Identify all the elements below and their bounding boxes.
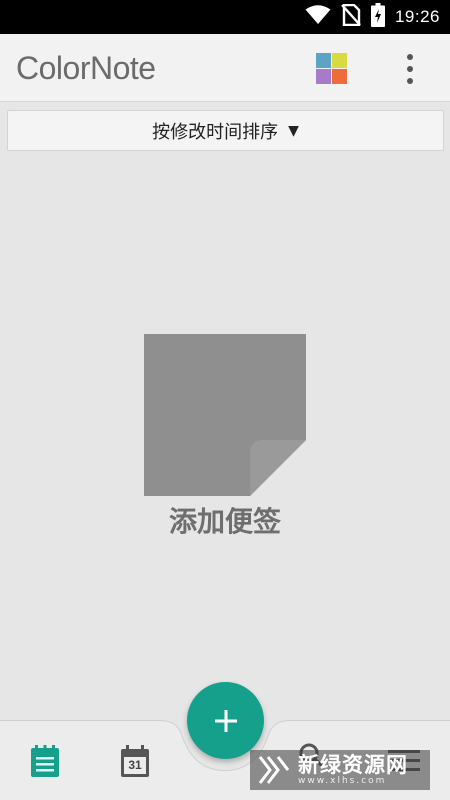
add-note-label[interactable]: 添加便签 xyxy=(0,500,450,540)
status-bar: 19:26 xyxy=(0,0,450,34)
app-logo: ColorNote xyxy=(16,50,156,86)
sort-dropdown[interactable]: 按修改时间排序 ▼ xyxy=(7,110,444,151)
watermark-logo-icon xyxy=(258,756,290,784)
note-icon[interactable] xyxy=(144,334,306,496)
palette-swatch xyxy=(332,69,347,84)
notes-list-icon[interactable] xyxy=(28,744,62,778)
more-dot xyxy=(407,66,413,72)
watermark-title: 新绿资源网 xyxy=(298,753,408,777)
sort-label: 按修改时间排序 xyxy=(152,121,279,143)
color-palette-icon[interactable] xyxy=(316,53,347,84)
watermark-subtitle: www.xlhs.com xyxy=(298,776,387,786)
dropdown-arrow-icon: ▼ xyxy=(288,122,299,139)
add-note-button[interactable] xyxy=(187,682,264,759)
status-time: 19:26 xyxy=(394,7,440,26)
watermark: 新绿资源网 www.xlhs.com xyxy=(250,750,430,790)
watermark-text: 新绿资源网 www.xlhs.com xyxy=(298,754,408,786)
wifi-icon xyxy=(305,5,331,29)
palette-swatch xyxy=(332,53,347,68)
calendar-icon[interactable]: 31 xyxy=(118,743,152,779)
palette-swatch xyxy=(316,69,331,84)
app-bar: ColorNote xyxy=(0,34,450,102)
more-dot xyxy=(407,78,413,84)
no-sim-icon xyxy=(341,3,361,30)
status-icons: 19:26 xyxy=(305,0,440,34)
more-dot xyxy=(407,54,413,60)
plus-icon xyxy=(214,709,237,732)
calendar-day: 31 xyxy=(128,758,142,772)
palette-swatch xyxy=(316,53,331,68)
more-options-icon[interactable] xyxy=(398,52,422,86)
battery-charging-icon xyxy=(370,3,385,31)
